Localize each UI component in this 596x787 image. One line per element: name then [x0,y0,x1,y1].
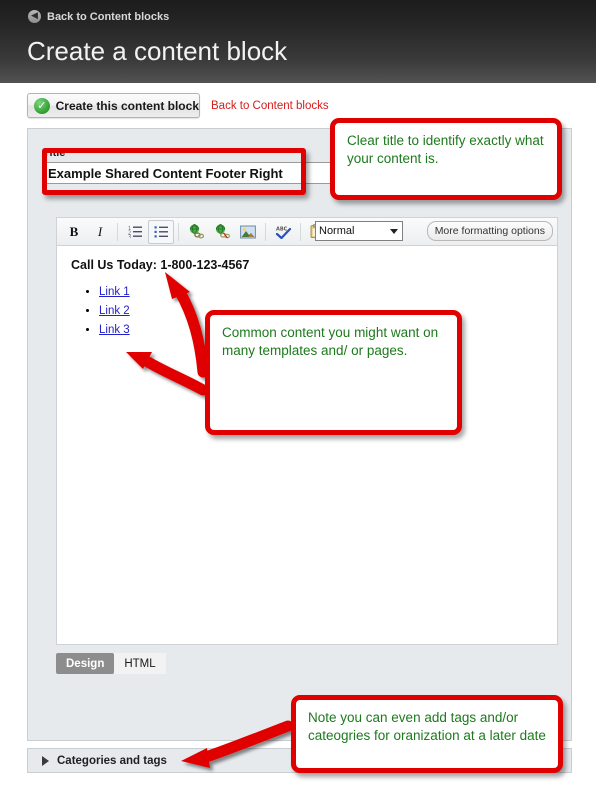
annotation-content-note: Common content you might want on many te… [205,310,462,435]
editor-phone-line: Call Us Today: 1-800-123-4567 [71,258,250,272]
remove-link-icon[interactable] [209,220,235,244]
more-formatting-options-button[interactable]: More formatting options [426,221,553,241]
content-link-1[interactable]: Link 1 [99,286,130,298]
triangle-right-icon [42,755,49,766]
bold-icon[interactable]: B [61,220,87,244]
tab-html[interactable]: HTML [114,653,166,674]
insert-link-icon[interactable] [183,220,209,244]
back-to-content-blocks-link-top[interactable]: ◀ Back to Content blocks [28,10,169,23]
annotation-text: Note you can even add tags and/or cateog… [308,710,546,743]
unordered-list-icon[interactable] [148,219,174,244]
ordered-list-icon[interactable]: 1 2 3 [122,220,148,244]
content-link-3[interactable]: Link 3 [99,324,130,336]
format-select[interactable]: Normal [315,221,403,241]
spellcheck-icon[interactable]: ABC [270,220,296,244]
editor-mode-tabs: Design HTML [56,653,558,674]
svg-text:3: 3 [128,235,131,239]
annotation-categories-note: Note you can even add tags and/or cateog… [291,695,563,773]
svg-text:ABC: ABC [276,226,288,232]
toolbar-divider [178,222,179,241]
back-link-label: Back to Content blocks [47,10,170,23]
editor-toolbar: B I 1 2 3 ABC Normal More formatting opt… [56,217,558,245]
create-this-content-block-button[interactable]: ✓ Create this content block [27,93,200,118]
format-select-value: Normal [319,225,355,237]
toolbar-divider [300,222,301,241]
page-title: Create a content block [27,36,288,66]
action-bar: ✓ Create this content block Back to Cont… [0,83,596,123]
green-check-icon: ✓ [34,97,50,114]
toolbar-divider [117,222,118,241]
editor-content-area[interactable]: Call Us Today: 1-800-123-4567 Link 1 Lin… [56,245,558,645]
tab-design[interactable]: Design [56,653,115,674]
insert-image-icon[interactable] [235,220,261,244]
italic-icon[interactable]: I [87,220,113,244]
annotation-text: Clear title to identify exactly what you… [347,133,544,166]
annotation-title-note: Clear title to identify exactly what you… [330,118,562,200]
toolbar-divider [265,222,266,241]
list-item: Link 1 [99,286,543,298]
create-button-label: Create this content block [55,98,199,113]
page-header: ◀ Back to Content blocks Create a conten… [0,0,596,83]
chevron-down-icon [390,229,398,234]
annotation-highlight-title [42,148,306,195]
arrow-left-circle-icon: ◀ [28,10,41,23]
categories-and-tags-label: Categories and tags [57,754,167,767]
back-to-content-blocks-link[interactable]: Back to Content blocks [211,100,329,112]
annotation-text: Common content you might want on many te… [222,325,439,358]
content-link-2[interactable]: Link 2 [99,305,130,317]
